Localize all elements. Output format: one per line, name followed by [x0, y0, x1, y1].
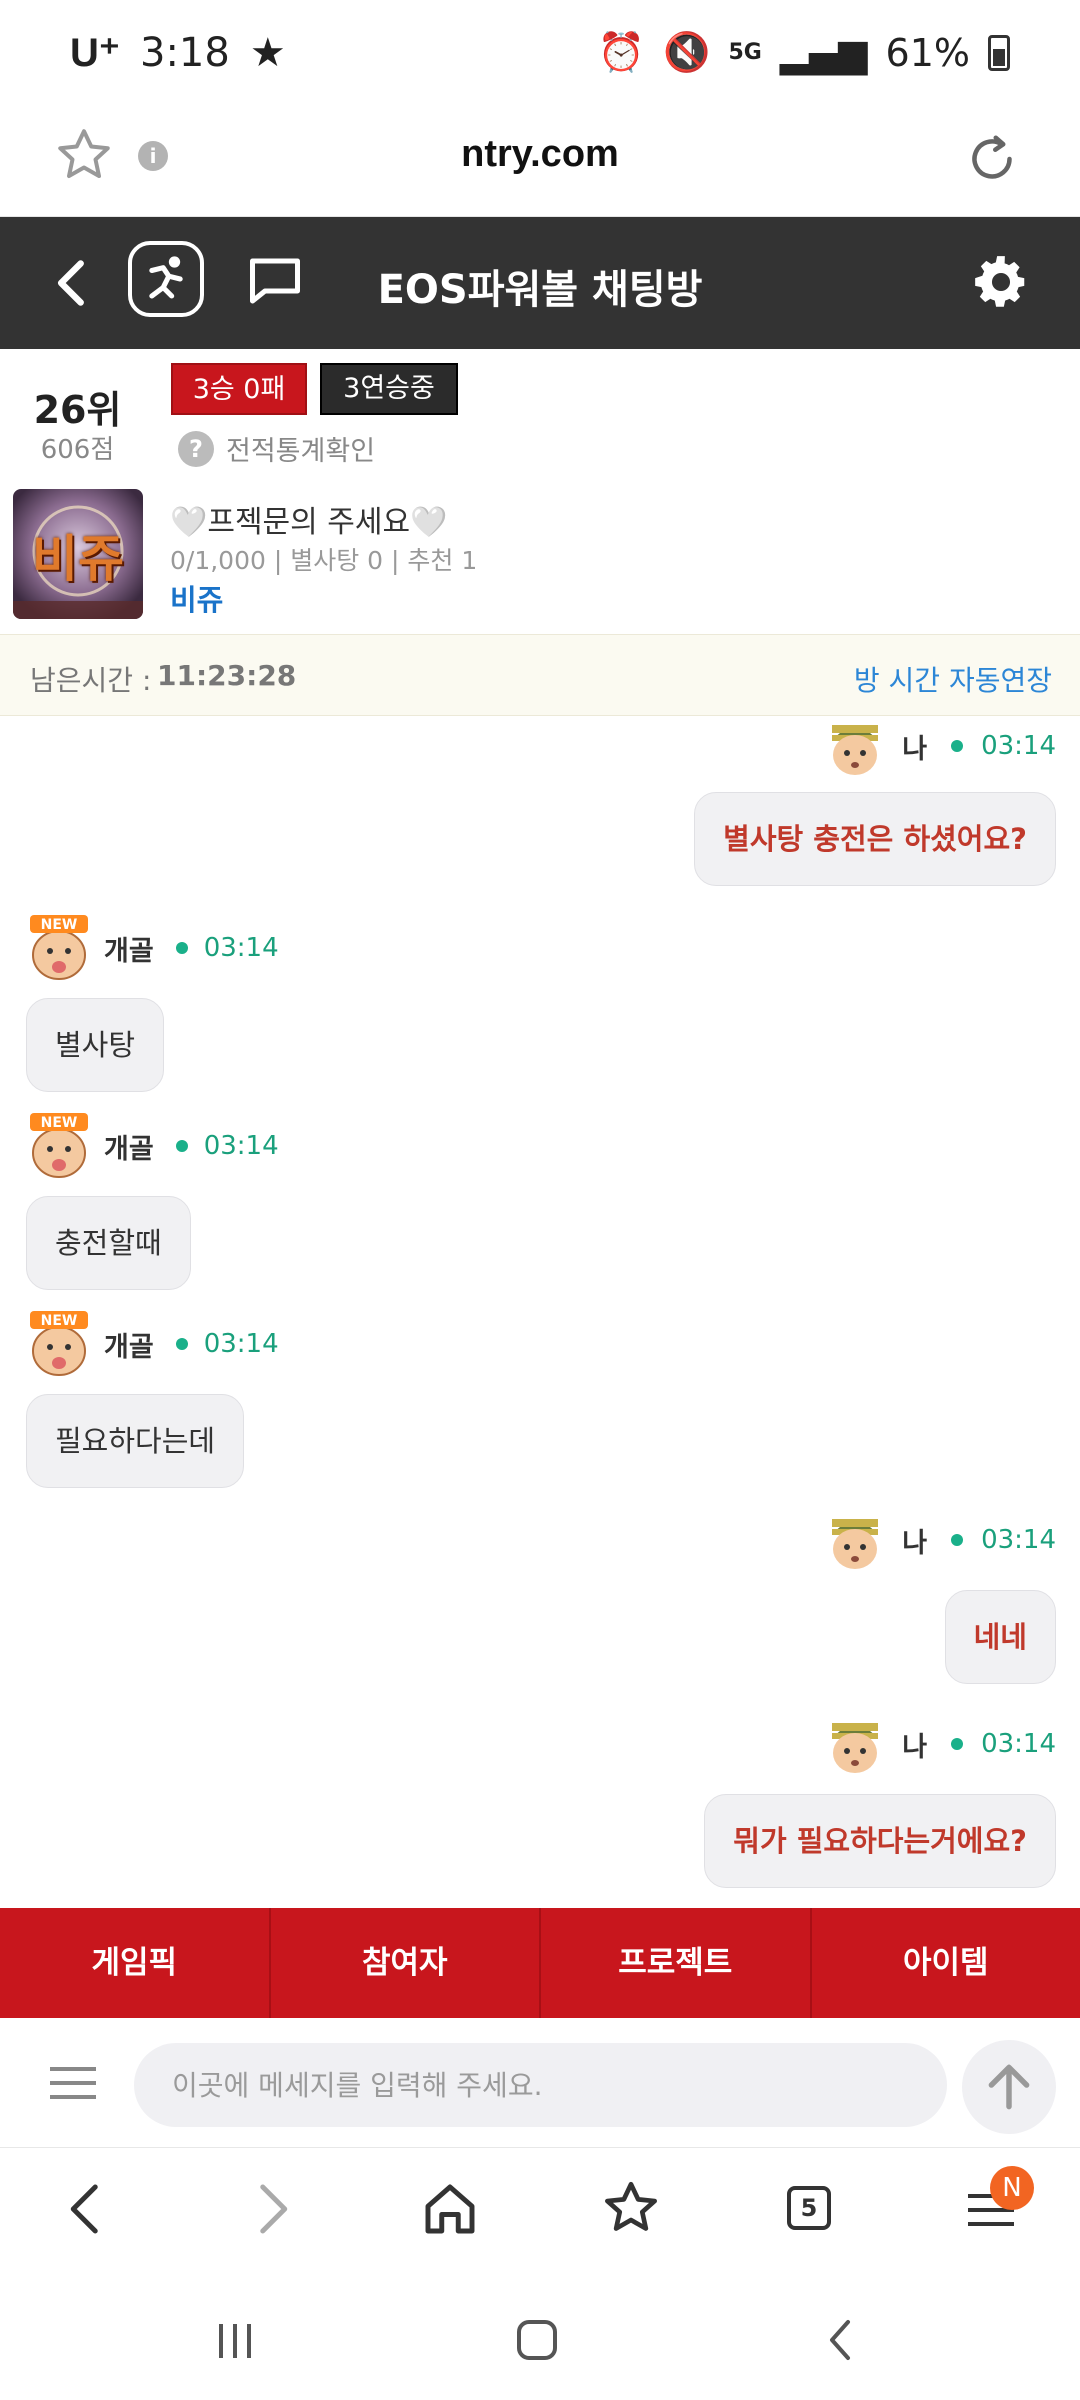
auto-extend-link[interactable]: 방 시간 자동연장 [854, 659, 1052, 699]
online-dot [951, 1738, 964, 1750]
bookmarks-icon[interactable] [596, 2176, 666, 2242]
remaining-time-bar: 남은시간 : 11:23:28 방 시간 자동연장 [0, 634, 1080, 716]
gear-icon[interactable] [970, 251, 1032, 313]
stats-link[interactable]: ? 전적통계확인 [178, 429, 375, 468]
tab-participants[interactable]: 참여자 [271, 1908, 541, 2018]
online-dot [951, 1534, 964, 1546]
clock: 3:18 [140, 30, 230, 76]
message-time: 03:14 [981, 1525, 1056, 1555]
tab-count: 5 [787, 2186, 831, 2230]
message-input-bar [0, 2018, 1080, 2148]
message-header: 나 03:14 [820, 716, 1056, 778]
room-name: 🤍프젝문의 주세요🤍 [170, 505, 448, 540]
soldier-avatar-icon [832, 1723, 879, 1773]
arrow-up-icon [988, 2064, 1030, 2110]
nickname: 나 [902, 1527, 928, 1559]
online-dot [175, 1140, 188, 1152]
question-icon: ? [178, 430, 214, 467]
signal-icon: ▂▄▆ [779, 30, 868, 75]
tab-project[interactable]: 프로젝트 [541, 1908, 812, 2018]
tabs-button[interactable]: 5 [773, 2176, 843, 2242]
mute-icon: 🔇 [663, 30, 711, 74]
chat-room-title: EOS파워볼 채팅방 [377, 267, 703, 313]
browser-forward-icon[interactable] [236, 2176, 306, 2242]
points-value: 606점 [40, 435, 115, 465]
record-badge: 3승 0패 [171, 363, 307, 415]
room-owner-link[interactable]: 비쥬 [170, 577, 223, 619]
message-header: 나 03:14 [820, 1508, 1056, 1572]
nickname: 나 [902, 1731, 928, 1763]
message-header: 나 03:14 [820, 1712, 1056, 1776]
browser-toolbar: 5 N [0, 2148, 1080, 2270]
message-bubble[interactable]: 별사탕 [26, 998, 165, 1092]
home-nav-icon[interactable] [507, 2310, 567, 2370]
soldier-avatar-icon [832, 725, 879, 775]
tab-items[interactable]: 아이템 [812, 1908, 1080, 2018]
stats-link-label: 전적통계확인 [226, 436, 376, 467]
battery-percent: 61% [885, 30, 970, 75]
status-bar: U⁺ 3:18 ★ ⏰ 🔇 5G ▂▄▆ 61% [0, 0, 1080, 105]
svg-text:NEW: NEW [41, 1115, 78, 1131]
new-user-avatar-icon: NEW [30, 1311, 88, 1376]
notification-badge: N [990, 2166, 1034, 2210]
online-dot [951, 740, 964, 752]
battery-icon [988, 34, 1010, 71]
network-type: 5G [728, 40, 762, 65]
new-user-avatar-icon: NEW [30, 915, 88, 980]
message-bubble[interactable]: 네네 [944, 1590, 1056, 1684]
message-time: 03:14 [203, 933, 279, 963]
recent-apps-icon[interactable] [205, 2310, 265, 2370]
alarm-icon: ⏰ [597, 30, 646, 74]
message-bubble[interactable]: 충전할때 [26, 1196, 191, 1290]
room-meta: 0/1,000 | 별사탕 0 | 추천 1 [170, 546, 478, 575]
send-button[interactable] [962, 2040, 1056, 2134]
tab-game-pick[interactable]: 게임픽 [0, 1908, 271, 2018]
message-time: 03:14 [203, 1329, 279, 1359]
soldier-avatar-icon [832, 1519, 879, 1569]
message-input[interactable] [134, 2043, 947, 2127]
remaining-time-label: 남은시간 : [30, 664, 152, 697]
user-rank-panel: 26위 606점 3승 0패 3연승중 ? 전적통계확인 비쥬 🤍프젝문의 주세… [0, 349, 1080, 634]
home-icon[interactable] [415, 2176, 485, 2242]
system-nav-bar [0, 2270, 1080, 2400]
message-time: 03:14 [981, 731, 1056, 761]
message-bubble[interactable]: 필요하다는데 [26, 1394, 245, 1488]
message-bubble[interactable]: 별사탕 충전은 하셨어요? [694, 792, 1056, 886]
star-notification-icon: ★ [249, 30, 286, 76]
message-list[interactable]: 나 03:14 별사탕 충전은 하셨어요? NEW 개골 03:14 별사탕 N… [0, 716, 1080, 1908]
svg-text:NEW: NEW [41, 1313, 78, 1329]
remaining-time-value: 11:23:28 [157, 659, 297, 692]
browser-menu-button[interactable]: N [956, 2166, 1034, 2242]
message-bubble[interactable]: 뭐가 필요하다는거에요? [704, 1794, 1056, 1888]
nickname: 개골 [104, 935, 154, 967]
message-time: 03:14 [981, 1729, 1056, 1759]
url-text[interactable]: ntry.com [0, 133, 1080, 176]
room-thumbnail[interactable]: 비쥬 [13, 489, 143, 619]
online-dot [175, 1338, 188, 1350]
carrier-label: U⁺ [70, 31, 120, 75]
browser-back-icon[interactable] [52, 2176, 122, 2242]
message-header: NEW 개골 03:14 [24, 1308, 279, 1380]
chat-header: EOS파워볼 채팅방 [0, 217, 1080, 349]
online-dot [175, 942, 188, 954]
message-time: 03:14 [203, 1131, 279, 1161]
reload-icon[interactable] [962, 129, 1022, 189]
bottom-tab-bar: 게임픽 참여자 프로젝트 아이템 [0, 1908, 1080, 2018]
nickname: 나 [902, 733, 928, 765]
room-thumbnail-text: 비쥬 [32, 530, 124, 588]
message-header: NEW 개골 03:14 [24, 912, 279, 984]
svg-text:NEW: NEW [41, 917, 78, 933]
new-user-avatar-icon: NEW [30, 1113, 88, 1178]
url-bar: i ntry.com [0, 105, 1080, 217]
nickname: 개골 [104, 1133, 154, 1165]
back-nav-icon[interactable] [812, 2310, 872, 2370]
rank-value: 26위 [33, 388, 122, 432]
hamburger-menu-icon[interactable] [50, 2063, 96, 2103]
streak-badge: 3연승중 [320, 363, 458, 415]
message-header: NEW 개골 03:14 [24, 1110, 279, 1182]
nickname: 개골 [104, 1331, 154, 1363]
